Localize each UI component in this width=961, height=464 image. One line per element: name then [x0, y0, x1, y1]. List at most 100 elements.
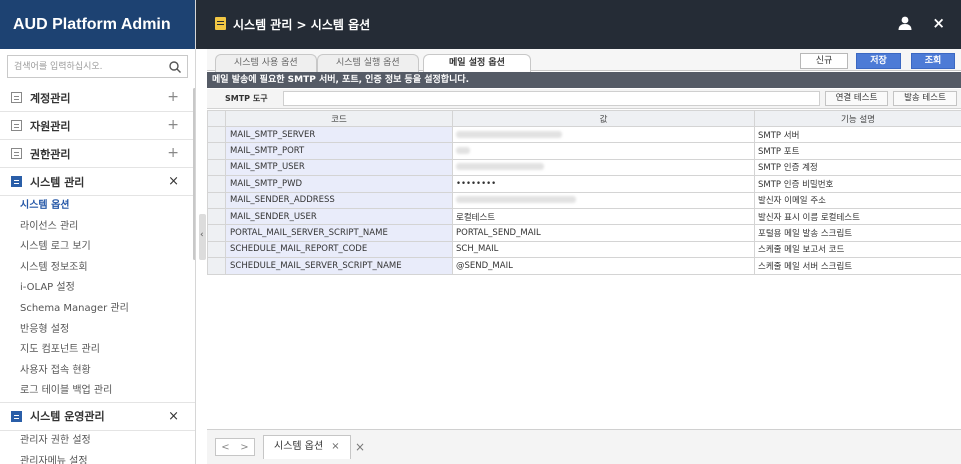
- description-cell[interactable]: SMTP 인증 계정: [754, 158, 961, 177]
- sidebar-item-system-option[interactable]: 시스템 옵션: [0, 196, 195, 217]
- sidebar-item-user-access[interactable]: 사용자 접속 현황: [0, 361, 195, 382]
- tab-system-usage[interactable]: 시스템 사용 옵션: [215, 54, 317, 72]
- collapse-x-icon[interactable]: ×: [168, 409, 179, 424]
- sidebar-item-system-log[interactable]: 시스템 로그 보기: [0, 237, 195, 258]
- system-ops-submenu: 관리자 권한 설정 관리자메뉴 설정: [0, 431, 195, 464]
- smtp-tool-label: SMTP 도구: [225, 94, 268, 103]
- sidebar-item-system-info[interactable]: 시스템 정보조회: [0, 258, 195, 279]
- open-tab-system-option[interactable]: 시스템 옵션 ×: [263, 435, 351, 459]
- value-cell[interactable]: 로컬테스트: [452, 207, 755, 226]
- close-tab-icon[interactable]: ×: [331, 441, 339, 452]
- sidebar-item-responsive[interactable]: 반응형 설정: [0, 320, 195, 341]
- sidebar-category-system[interactable]: 시스템 관리 ×: [0, 168, 195, 196]
- sidebar-category-account[interactable]: 계정관리 +: [0, 84, 195, 112]
- row-indicator: [207, 175, 226, 193]
- table-row[interactable]: PORTAL_MAIL_SERVER_SCRIPT_NAME PORTAL_SE…: [207, 224, 961, 242]
- code-cell[interactable]: MAIL_SENDER_ADDRESS: [225, 191, 453, 209]
- value-cell[interactable]: SCH_MAIL: [452, 240, 755, 259]
- new-button[interactable]: 신규: [800, 53, 848, 69]
- description-cell[interactable]: 발신자 표시 이름 로컬테스트: [754, 207, 961, 226]
- close-all-tabs-icon[interactable]: ×: [355, 440, 365, 454]
- sidebar-item-iolap[interactable]: i-OLAP 설정: [0, 278, 195, 299]
- category-label: 계정관리: [30, 91, 71, 105]
- sidebar-category-resource[interactable]: 자원관리 +: [0, 112, 195, 140]
- description-cell[interactable]: 스케줄 메일 서버 스크립트: [754, 257, 961, 275]
- sidebar-item-map-component[interactable]: 지도 컴포넌트 관리: [0, 340, 195, 361]
- table-row[interactable]: MAIL_SMTP_SERVER SMTP 서버: [207, 125, 961, 144]
- mail-settings-grid: 코드 값 기능 설명 MAIL_SMTP_SERVER SMTP 서버 MAIL…: [207, 110, 961, 275]
- table-row[interactable]: MAIL_SMTP_PWD •••••••• SMTP 인증 비밀번호: [207, 175, 961, 193]
- description-cell[interactable]: SMTP 인증 비밀번호: [754, 175, 961, 193]
- open-tabs-bar: < > 시스템 옵션 × ×: [207, 429, 961, 464]
- description-cell[interactable]: SMTP 서버: [754, 125, 961, 144]
- description-cell[interactable]: 스케줄 메일 보고서 코드: [754, 240, 961, 259]
- description-cell[interactable]: SMTP 포트: [754, 142, 961, 160]
- code-cell[interactable]: MAIL_SMTP_PORT: [225, 142, 453, 160]
- value-cell[interactable]: @SEND_MAIL: [452, 257, 755, 275]
- code-cell[interactable]: SCHEDULE_MAIL_SERVER_SCRIPT_NAME: [225, 257, 453, 275]
- column-header-code[interactable]: 코드: [225, 110, 453, 127]
- sidebar-item-admin-permission[interactable]: 관리자 권한 설정: [0, 431, 195, 452]
- table-row[interactable]: MAIL_SMTP_USER SMTP 인증 계정: [207, 158, 961, 177]
- sidebar-item-admin-menu[interactable]: 관리자메뉴 설정: [0, 452, 195, 464]
- tab-mail-settings[interactable]: 메일 설정 옵션: [423, 54, 531, 72]
- row-indicator: [207, 224, 226, 242]
- user-icon[interactable]: [897, 15, 913, 31]
- sidebar-category-system-ops[interactable]: 시스템 운영관리 ×: [0, 403, 195, 431]
- value-cell-redacted[interactable]: [452, 142, 755, 160]
- expand-plus-icon[interactable]: +: [167, 117, 179, 133]
- description-bar: 메일 발송에 필요한 SMTP 서버, 포트, 인증 정보 등을 설정합니다.: [207, 72, 961, 88]
- code-cell[interactable]: SCHEDULE_MAIL_REPORT_CODE: [225, 240, 453, 259]
- sidebar-scrollbar[interactable]: [193, 88, 195, 260]
- connect-test-button[interactable]: 연결 테스트: [825, 91, 888, 106]
- send-test-button[interactable]: 발송 테스트: [893, 91, 957, 106]
- page-header: 시스템 관리 > 시스템 옵션 ×: [196, 0, 961, 49]
- code-cell[interactable]: MAIL_SMTP_SERVER: [225, 125, 453, 144]
- table-row[interactable]: SCHEDULE_MAIL_REPORT_CODE SCH_MAIL 스케줄 메…: [207, 240, 961, 259]
- code-cell[interactable]: MAIL_SMTP_USER: [225, 158, 453, 177]
- close-icon[interactable]: ×: [932, 14, 945, 32]
- sidebar-item-log-backup[interactable]: 로그 테이블 백업 관리: [0, 381, 195, 402]
- value-cell-redacted[interactable]: [452, 158, 755, 177]
- row-header-corner: [207, 110, 226, 127]
- value-cell-redacted[interactable]: [452, 191, 755, 209]
- menu-search-input[interactable]: [8, 56, 158, 77]
- collapse-x-icon[interactable]: ×: [168, 174, 179, 189]
- open-tab-label: 시스템 옵션: [274, 441, 324, 452]
- row-indicator: [207, 257, 226, 275]
- sidebar-category-permission[interactable]: 권한관리 +: [0, 140, 195, 168]
- smtp-tool-field[interactable]: [283, 91, 820, 106]
- value-cell-redacted[interactable]: [452, 125, 755, 144]
- category-label: 시스템 관리: [30, 175, 85, 189]
- menu-doc-icon: [11, 148, 22, 159]
- sidebar: AUD Platform Admin 계정관리 + 자원관리 + 권한관리 + …: [0, 0, 196, 464]
- chevron-left-icon: ‹: [200, 230, 204, 240]
- sidebar-collapse-handle[interactable]: ‹: [199, 214, 206, 260]
- column-header-description[interactable]: 기능 설명: [754, 110, 961, 127]
- sidebar-item-schema-manager[interactable]: Schema Manager 관리: [0, 299, 195, 320]
- table-row[interactable]: MAIL_SMTP_PORT SMTP 포트: [207, 142, 961, 160]
- expand-plus-icon[interactable]: +: [167, 89, 179, 105]
- table-row[interactable]: MAIL_SENDER_ADDRESS 발신자 이메일 주소: [207, 191, 961, 209]
- table-row[interactable]: MAIL_SENDER_USER 로컬테스트 발신자 표시 이름 로컬테스트: [207, 207, 961, 226]
- expand-plus-icon[interactable]: +: [167, 145, 179, 161]
- smtp-toolbar: SMTP 도구 연결 테스트 발송 테스트: [207, 89, 961, 109]
- search-button[interactable]: 조회: [911, 53, 955, 69]
- search-icon[interactable]: [168, 60, 182, 74]
- save-button[interactable]: 저장: [856, 53, 901, 69]
- value-cell[interactable]: PORTAL_SEND_MAIL: [452, 224, 755, 242]
- chevron-right-icon[interactable]: >: [240, 442, 248, 453]
- chevron-left-icon[interactable]: <: [221, 442, 229, 453]
- description-cell[interactable]: 포털용 메일 발송 스크립트: [754, 224, 961, 242]
- table-row[interactable]: SCHEDULE_MAIL_SERVER_SCRIPT_NAME @SEND_M…: [207, 257, 961, 275]
- menu-doc-icon: [11, 410, 22, 422]
- page-title: 시스템 관리 > 시스템 옵션: [233, 18, 371, 32]
- value-cell[interactable]: ••••••••: [452, 175, 755, 193]
- tab-system-execution[interactable]: 시스템 실행 옵션: [317, 54, 419, 72]
- code-cell[interactable]: PORTAL_MAIL_SERVER_SCRIPT_NAME: [225, 224, 453, 242]
- column-header-value[interactable]: 값: [452, 110, 755, 127]
- sidebar-item-license[interactable]: 라이선스 관리: [0, 217, 195, 238]
- code-cell[interactable]: MAIL_SENDER_USER: [225, 207, 453, 226]
- code-cell[interactable]: MAIL_SMTP_PWD: [225, 175, 453, 193]
- description-cell[interactable]: 발신자 이메일 주소: [754, 191, 961, 209]
